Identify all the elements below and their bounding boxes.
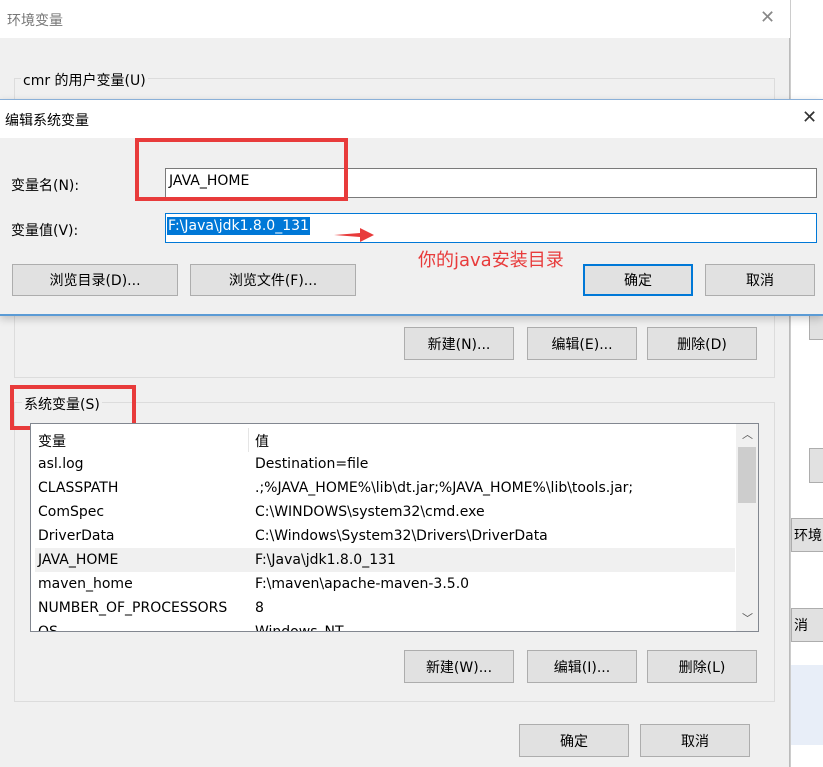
dialog-title-bar: 编辑系统变量 ✕ (0, 100, 823, 138)
user-delete-button[interactable]: 删除(D) (647, 327, 757, 360)
table-row[interactable]: OS Windows_NT (35, 620, 735, 632)
row-value: Windows_NT (255, 624, 344, 632)
row-name: NUMBER_OF_PROCESSORS (38, 600, 228, 616)
bg-button (809, 315, 823, 340)
table-row[interactable]: maven_home F:\maven\apache-maven-3.5.0 (35, 572, 735, 596)
row-value: C:\WINDOWS\system32\cmd.exe (255, 504, 485, 520)
table-row[interactable]: ComSpec C:\WINDOWS\system32\cmd.exe (35, 500, 735, 524)
scroll-up-icon[interactable]: ︿ (742, 426, 753, 442)
row-name: JAVA_HOME (38, 552, 119, 568)
variable-value-label: 变量值(V): (11, 223, 79, 239)
dialog-title: 编辑系统变量 (5, 113, 89, 129)
row-value: .;%JAVA_HOME%\lib\dt.jar;%JAVA_HOME%\lib… (255, 480, 634, 496)
row-name: OS (38, 624, 58, 632)
system-variables-list[interactable]: 变量 值 asl.log Destination=file CLASSPATH.;%… (30, 423, 759, 632)
scroll-down-icon[interactable]: ﹀ (742, 610, 753, 626)
user-edit-button[interactable]: 编辑(E)... (527, 327, 637, 360)
row-value: F:\Java\jdk1.8.0_131 (255, 552, 396, 568)
table-row[interactable]: JAVA_HOME F:\Java\jdk1.8.0_131 (35, 548, 735, 572)
row-value: C:\Windows\System32\Drivers\DriverData (255, 528, 548, 544)
table-row[interactable]: NUMBER_OF_PROCESSORS 8 (35, 596, 735, 620)
red-arrow-icon (334, 228, 374, 242)
column-header-name[interactable]: 变量 (38, 431, 66, 451)
edit-system-variable-dialog: 编辑系统变量 ✕ 变量名(N): JAVA_HOME 变量值(V): F:\Ja… (0, 99, 823, 316)
close-icon[interactable]: ✕ (802, 107, 817, 128)
browse-file-button[interactable]: 浏览文件(F)... (190, 264, 356, 296)
row-value: Destination=file (255, 456, 369, 472)
dialog-cancel-button[interactable]: 取消 (705, 264, 815, 296)
dialog-ok-button[interactable]: 确定 (583, 264, 693, 296)
scrollbar[interactable]: ︿ ﹀ (736, 424, 758, 631)
close-icon[interactable]: ✕ (760, 7, 775, 28)
highlight-box-name (135, 138, 348, 201)
system-delete-button[interactable]: 删除(L) (647, 650, 757, 683)
row-value: 8 (255, 600, 264, 616)
row-name: CLASSPATH (38, 480, 119, 496)
user-variables-label: cmr 的用户变量(U) (21, 70, 148, 90)
column-divider[interactable] (248, 428, 249, 452)
browse-directory-button[interactable]: 浏览目录(D)... (12, 264, 178, 296)
table-row[interactable]: CLASSPATH .;%JAVA_HOME%\lib\dt.jar;%JAVA_… (35, 476, 735, 500)
variable-value-text: F:\Java\jdk1.8.0_131 (167, 217, 310, 235)
column-header-value[interactable]: 值 (255, 431, 269, 451)
row-value: F:\maven\apache-maven-3.5.0 (255, 576, 470, 592)
variable-name-label: 变量名(N): (11, 178, 80, 194)
table-row[interactable]: DriverData C:\Windows\System32\Drivers\Dr… (35, 524, 735, 548)
bg-panel (791, 665, 823, 745)
env-window-title: 环境变量 (7, 13, 63, 29)
annotation-text: 你的java安装目录 (418, 250, 564, 271)
bg-cancel-button[interactable]: 消 (791, 608, 823, 642)
row-name: maven_home (38, 576, 133, 592)
bg-env-button[interactable]: 环境 (791, 518, 823, 552)
system-new-button[interactable]: 新建(W)... (404, 650, 514, 683)
row-name: ComSpec (38, 504, 105, 520)
system-edit-button[interactable]: 编辑(I)... (527, 650, 637, 683)
env-cancel-button[interactable]: 取消 (640, 724, 750, 757)
row-name: DriverData (38, 528, 115, 544)
list-header: 变量 值 (31, 428, 736, 452)
variable-value-input[interactable]: F:\Java\jdk1.8.0_131 (165, 213, 817, 243)
env-title-bar: 环境变量 ✕ (0, 0, 790, 38)
scrollbar-thumb[interactable] (738, 447, 756, 503)
row-name: asl.log (38, 456, 84, 472)
env-ok-button[interactable]: 确定 (519, 724, 629, 757)
table-row[interactable]: asl.log Destination=file (35, 452, 735, 476)
user-new-button[interactable]: 新建(N)... (404, 327, 514, 360)
bg-button (809, 448, 823, 483)
